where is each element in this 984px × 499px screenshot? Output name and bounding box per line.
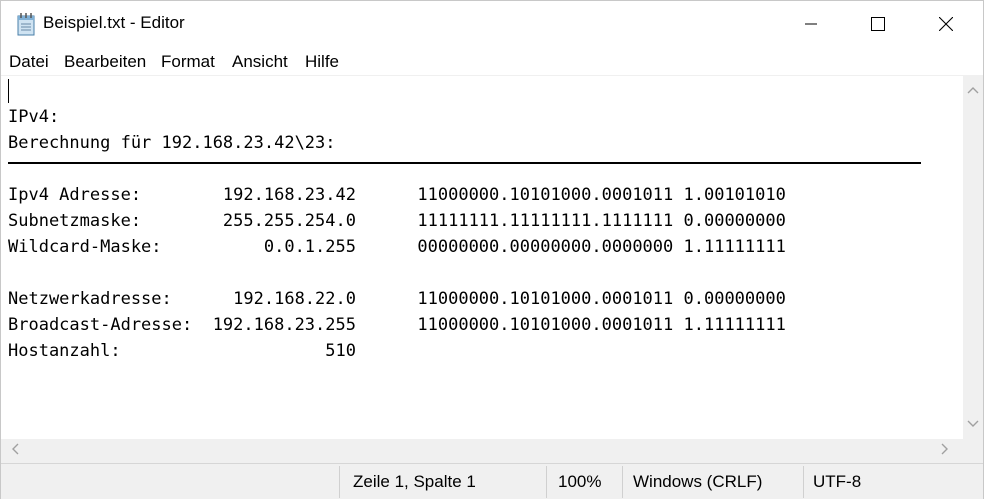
- text-line: Broadcast-Adresse: 192.168.23.255 110000…: [8, 315, 786, 335]
- document-text: IPv4: Berechnung für 192.168.23.42\23: I…: [8, 104, 786, 364]
- close-button[interactable]: [923, 1, 969, 47]
- status-zoom: 100%: [558, 471, 602, 491]
- status-divider: [803, 466, 804, 498]
- text-line: Ipv4 Adresse: 192.168.23.42 11000000.101…: [8, 185, 786, 205]
- status-encoding: UTF-8: [813, 471, 862, 491]
- scroll-up-button[interactable]: [963, 75, 983, 105]
- menu-help[interactable]: Hilfe: [305, 52, 339, 72]
- chevron-down-icon: [967, 415, 979, 433]
- scroll-down-button[interactable]: [963, 409, 983, 439]
- status-cursor-position: Zeile 1, Spalte 1: [353, 471, 476, 491]
- window-title: Beispiel.txt - Editor: [43, 13, 185, 32]
- status-divider: [546, 466, 547, 498]
- text-line: Berechnung für 192.168.23.42\23:: [8, 133, 336, 153]
- maximize-icon: [871, 17, 885, 31]
- notepad-icon: [15, 12, 37, 36]
- horizontal-scrollbar[interactable]: [1, 439, 963, 463]
- text-line: IPv4:: [8, 107, 60, 127]
- scroll-left-button[interactable]: [1, 439, 29, 463]
- minimize-icon: [805, 18, 817, 30]
- status-bar: Zeile 1, Spalte 1 100% Windows (CRLF) UT…: [1, 463, 983, 499]
- close-icon: [939, 17, 953, 31]
- text-line: Subnetzmaske: 255.255.254.0 11111111.111…: [8, 211, 786, 231]
- text-caret: [8, 79, 9, 103]
- maximize-button[interactable]: [855, 1, 901, 47]
- menu-view[interactable]: Ansicht: [232, 52, 288, 72]
- separator-line: [8, 162, 921, 164]
- menu-edit[interactable]: Bearbeiten: [64, 52, 146, 72]
- menu-file[interactable]: Datei: [9, 52, 49, 72]
- text-area[interactable]: IPv4: Berechnung für 192.168.23.42\23: I…: [1, 75, 963, 440]
- menu-format[interactable]: Format: [161, 52, 215, 72]
- title-bar[interactable]: Beispiel.txt - Editor: [1, 1, 983, 47]
- chevron-right-icon: [941, 442, 949, 460]
- minimize-button[interactable]: [788, 1, 834, 47]
- scrollbar-corner: [963, 439, 983, 463]
- scroll-right-button[interactable]: [931, 439, 959, 463]
- text-line: Netzwerkadresse: 192.168.22.0 11000000.1…: [8, 289, 786, 309]
- text-line: Wildcard-Maske: 0.0.1.255 00000000.00000…: [8, 237, 786, 257]
- chevron-up-icon: [967, 81, 979, 99]
- status-line-ending: Windows (CRLF): [633, 471, 763, 491]
- status-divider: [339, 466, 340, 498]
- text-line: Hostanzahl: 510: [8, 341, 356, 361]
- vertical-scrollbar[interactable]: [963, 75, 983, 439]
- menu-bar: Datei Bearbeiten Format Ansicht Hilfe: [1, 49, 983, 75]
- chevron-left-icon: [11, 442, 19, 460]
- editor-window: Beispiel.txt - Editor Datei Bearbeiten F…: [0, 0, 984, 499]
- status-divider: [622, 466, 623, 498]
